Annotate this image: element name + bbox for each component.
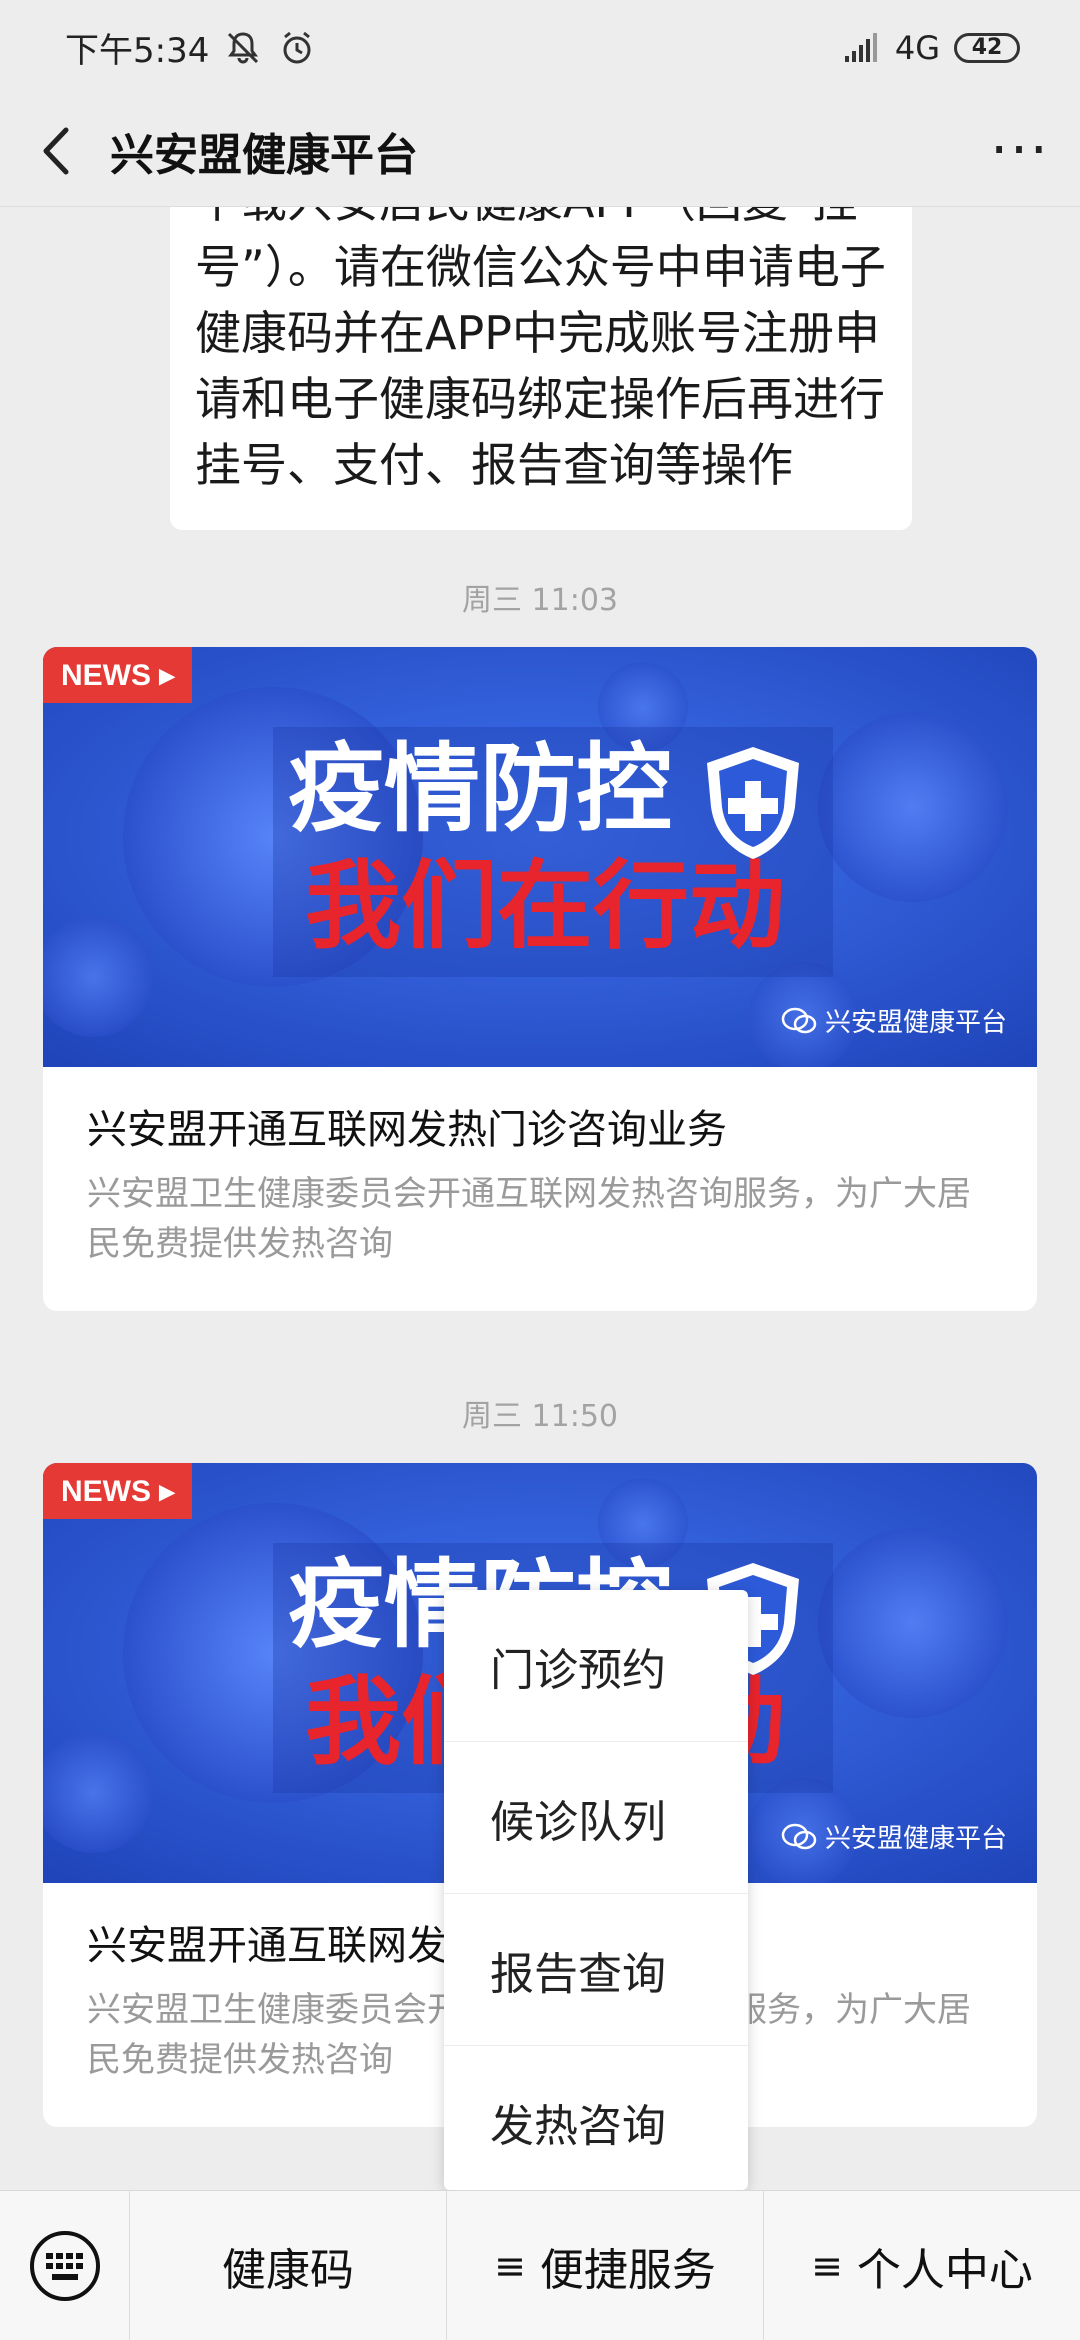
watermark-text: 兴安盟健康平台 bbox=[824, 1008, 1007, 1038]
signal-icon bbox=[844, 32, 877, 62]
menu-health-code-label: 健康码 bbox=[222, 2244, 354, 2296]
keyboard-icon bbox=[29, 2230, 100, 2301]
menu-item-fever-consult[interactable]: 发热咨询 bbox=[444, 2046, 748, 2198]
news-tag: NEWS ▸ bbox=[43, 1463, 193, 1519]
news-tag: NEWS ▸ bbox=[43, 647, 193, 703]
chevron-left-icon bbox=[43, 127, 69, 174]
menu-convenient-services-label: 便捷服务 bbox=[539, 2244, 716, 2296]
wechat-icon bbox=[781, 1823, 817, 1849]
more-button[interactable]: ··· bbox=[960, 95, 1080, 207]
page-title: 兴安盟健康平台 bbox=[110, 129, 418, 181]
text-message: 下载兴安居民健康APP（回复“挂号”）。请在微信公众号中申请电子健康码并在APP… bbox=[195, 207, 886, 492]
nav-bar: 兴安盟健康平台 ··· bbox=[0, 95, 1080, 207]
status-bar: 下午5:34 4G 42 bbox=[0, 0, 1080, 95]
menu-personal-center[interactable]: ≡ 个人中心 bbox=[764, 2191, 1080, 2340]
bottom-menu-bar: 健康码 ≡ 便捷服务 ≡ 个人中心 bbox=[0, 2190, 1080, 2340]
menu-item-queue[interactable]: 候诊队列 bbox=[444, 1742, 748, 1894]
article-card-1[interactable]: 疫情防控 我们在行动 NEWS ▸ 兴安盟健康平台 兴安盟开通互联网发热门诊咨询… bbox=[43, 647, 1037, 1311]
mute-bell-icon bbox=[228, 31, 259, 63]
menu-personal-center-label: 个人中心 bbox=[856, 2244, 1033, 2296]
article-cover-image: 疫情防控 我们在行动 NEWS ▸ 兴安盟健康平台 bbox=[43, 647, 1037, 1067]
status-time: 下午5:34 bbox=[65, 31, 210, 71]
battery-indicator: 42 bbox=[954, 32, 1020, 63]
timestamp-1: 周三 11:03 bbox=[462, 583, 618, 618]
article-title: 兴安盟开通互联网发热门诊咨询业务 bbox=[87, 1107, 727, 1153]
menu-list-icon: ≡ bbox=[494, 2243, 526, 2288]
more-icon: ··· bbox=[990, 118, 1050, 183]
wechat-icon bbox=[781, 1007, 817, 1033]
menu-convenient-services[interactable]: ≡ 便捷服务 bbox=[447, 2190, 764, 2340]
watermark: 兴安盟健康平台 bbox=[781, 1002, 1007, 1039]
back-button[interactable] bbox=[10, 95, 100, 207]
network-type: 4G bbox=[894, 28, 940, 67]
text-message-bubble: 下载兴安居民健康APP（回复“挂号”）。请在微信公众号中申请电子健康码并在APP… bbox=[170, 207, 912, 530]
status-right: 4G 42 bbox=[841, 28, 1020, 68]
service-submenu: 门诊预约 候诊队列 报告查询 发热咨询 bbox=[444, 1590, 748, 2190]
timestamp-2: 周三 11:50 bbox=[462, 1399, 618, 1434]
keyboard-toggle-button[interactable] bbox=[0, 2190, 130, 2340]
menu-item-appointment[interactable]: 门诊预约 bbox=[444, 1590, 748, 1742]
status-left: 下午5:34 bbox=[65, 23, 317, 72]
watermark: 兴安盟健康平台 bbox=[781, 1818, 1007, 1855]
menu-health-code[interactable]: 健康码 bbox=[130, 2190, 447, 2340]
cover-headline-1: 疫情防控 bbox=[288, 733, 672, 845]
watermark-text: 兴安盟健康平台 bbox=[824, 1824, 1007, 1854]
article-description: 兴安盟卫生健康委员会开通互联网发热咨询服务，为广大居民免费提供发热咨询 bbox=[87, 1174, 971, 1264]
menu-item-report[interactable]: 报告查询 bbox=[444, 1894, 748, 2046]
cover-headline-2: 我们在行动 bbox=[305, 850, 785, 962]
alarm-icon bbox=[283, 31, 311, 63]
menu-list-icon: ≡ bbox=[811, 2243, 843, 2288]
battery-level: 42 bbox=[971, 35, 1003, 60]
